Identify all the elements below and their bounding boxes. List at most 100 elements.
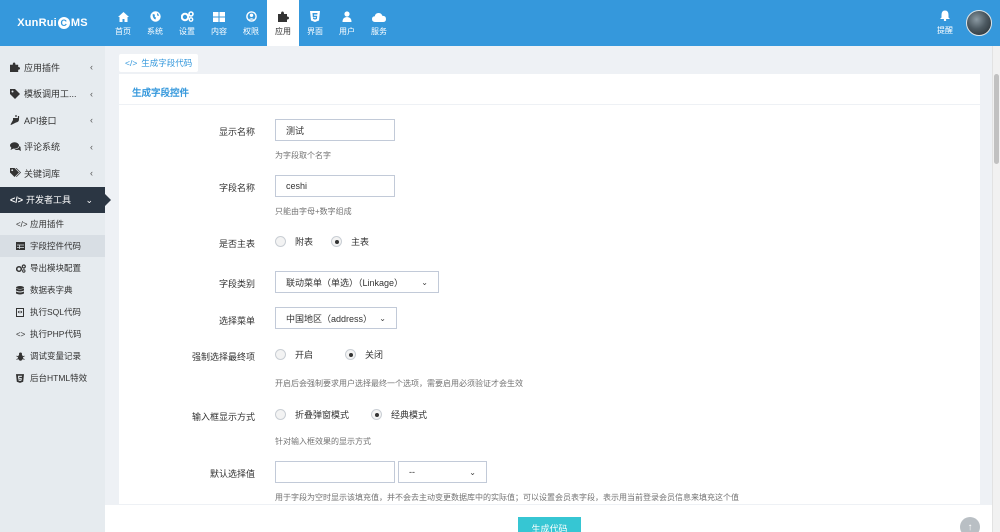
cloud-icon — [372, 10, 386, 24]
grid-icon — [213, 10, 225, 24]
default-value-input[interactable] — [275, 461, 395, 483]
sidebar-subitem-app-plugins[interactable]: </> 应用插件 — [0, 213, 105, 235]
nav-settings[interactable]: 设置 — [171, 0, 203, 46]
radio-main-table[interactable]: 主表 — [331, 235, 369, 248]
sidebar-subitem-label: 执行PHP代码 — [30, 329, 82, 339]
cogs-icon — [16, 263, 30, 273]
sidebar-item-keywords[interactable]: 关键词库 ‹ — [0, 160, 105, 187]
scroll-to-top-button[interactable]: ↑ — [960, 517, 980, 532]
sidebar-subitem-label: 字段控件代码 — [30, 241, 82, 251]
radio-dot-checked — [371, 409, 383, 420]
nav-content-label: 内容 — [211, 26, 227, 36]
sidebar: 应用插件 ‹ 模板调用工... ‹ API接口 ‹ 评论系统 ‹ 关键词库 ‹ … — [0, 46, 111, 532]
nav-users-label: 用户 — [339, 26, 355, 36]
file-code-icon — [16, 307, 30, 317]
sidebar-item-template-tools[interactable]: 模板调用工... ‹ — [0, 81, 105, 108]
comments-icon — [10, 142, 24, 152]
nav-apps[interactable]: 应用 — [267, 0, 299, 46]
main-table-radio-group: 附表 主表 — [275, 235, 387, 248]
scrollbar-thumb[interactable] — [994, 74, 999, 164]
sidebar-subitem-run-sql[interactable]: 执行SQL代码 — [0, 301, 105, 323]
radio-sub-table[interactable]: 附表 — [275, 235, 313, 248]
sidebar-subitem-run-php[interactable]: <> 执行PHP代码 — [0, 323, 105, 345]
app-logo[interactable]: XunRui C MS — [0, 0, 105, 46]
user-icon — [342, 10, 352, 24]
radio-force-off[interactable]: 关闭 — [345, 348, 383, 361]
home-icon — [117, 10, 129, 24]
sidebar-item-dev-tools[interactable]: </> 开发者工具 ⌄ — [0, 186, 111, 213]
sidebar-item-comments[interactable]: 评论系统 ‹ — [0, 134, 105, 161]
nav-settings-label: 设置 — [179, 26, 195, 36]
nav-service[interactable]: 服务 — [363, 0, 395, 46]
nav-permission[interactable]: 权限 — [235, 0, 267, 46]
force-last-radio-group: 开启 关闭 — [275, 348, 401, 361]
bell-icon — [940, 10, 950, 23]
chevron-down-icon: ⌄ — [379, 313, 386, 323]
page-scrollbar[interactable] — [992, 46, 1000, 532]
sidebar-subitem-label: 调试变量记录 — [30, 351, 82, 361]
top-navbar: XunRui C MS 首页 系统 设置 内容 权限 应用 界面 用户 服务 提… — [0, 0, 1000, 46]
nav-apps-label: 应用 — [275, 26, 291, 36]
select-menu-value: 中国地区（address） — [286, 313, 373, 324]
nav-content[interactable]: 内容 — [203, 0, 235, 46]
display-name-input[interactable]: 测试 — [275, 119, 395, 141]
main-nav: 首页 系统 设置 内容 权限 应用 界面 用户 服务 — [107, 0, 395, 46]
form-panel: 生成字段控件 显示名称 测试 为字段取个名字 字段名称 ceshi 只能由字母+… — [119, 74, 980, 504]
field-name-label: 字段名称 — [218, 183, 255, 193]
field-name-input[interactable]: ceshi — [275, 175, 395, 197]
default-value-select[interactable]: -- ⌄ — [398, 461, 487, 483]
nav-interface[interactable]: 界面 — [299, 0, 331, 46]
generate-code-button[interactable]: 生成代码 — [518, 517, 581, 532]
nav-users[interactable]: 用户 — [331, 0, 363, 46]
sidebar-item-label: 评论系统 — [24, 142, 61, 153]
logo-text-left: XunRui — [17, 17, 57, 29]
radio-force-on[interactable]: 开启 — [275, 348, 313, 361]
sidebar-item-label: API接口 — [24, 115, 57, 126]
puzzle-icon — [277, 10, 289, 24]
default-value-label: 默认选择值 — [209, 469, 255, 479]
sidebar-subitem-label: 应用插件 — [30, 219, 65, 229]
remind-button[interactable]: 提醒 — [930, 0, 960, 46]
plug-icon — [10, 115, 24, 126]
radio-dot — [275, 349, 286, 360]
breadcrumb[interactable]: </> 生成字段代码 — [119, 54, 199, 72]
form-footer: 生成代码 — [105, 504, 992, 532]
display-name-label: 显示名称 — [218, 127, 255, 137]
sidebar-item-label: 模板调用工... — [24, 89, 77, 100]
select-menu-select[interactable]: 中国地区（address） ⌄ — [275, 307, 397, 329]
sidebar-subitem-label: 后台HTML特效 — [30, 373, 88, 383]
radio-dot — [275, 409, 286, 420]
code-icon: </> — [16, 219, 28, 229]
code-icon: </> — [10, 194, 24, 205]
field-type-select[interactable]: 联动菜单（单选）（Linkage） ⌄ — [275, 271, 439, 293]
table-icon — [16, 242, 30, 250]
sidebar-subitem-debug-vars[interactable]: 调试变量记录 — [0, 345, 105, 367]
nav-home[interactable]: 首页 — [107, 0, 139, 46]
sidebar-item-label: 开发者工具 — [26, 195, 72, 206]
radio-label: 主表 — [351, 237, 370, 247]
code-icon: </> — [125, 58, 138, 68]
tags-icon — [10, 168, 24, 178]
html5-icon — [310, 10, 320, 24]
nav-interface-label: 界面 — [307, 26, 323, 36]
radio-classic-mode[interactable]: 经典模式 — [371, 408, 427, 421]
sidebar-subitem-label: 导出模块配置 — [30, 263, 82, 273]
panel-title: 生成字段控件 — [132, 88, 190, 99]
radio-dot — [275, 236, 286, 247]
user-avatar[interactable] — [966, 10, 992, 36]
sidebar-subitem-data-dictionary[interactable]: 数据表字典 — [0, 279, 105, 301]
sidebar-subitem-export-config[interactable]: 导出模块配置 — [0, 257, 105, 279]
sidebar-subitem-field-code[interactable]: 字段控件代码 — [0, 235, 105, 257]
radio-label: 经典模式 — [391, 410, 428, 420]
nav-system-label: 系统 — [147, 26, 163, 36]
sidebar-item-api[interactable]: API接口 ‹ — [0, 107, 105, 134]
breadcrumb-bar: </> 生成字段代码 — [105, 46, 992, 74]
sidebar-subitem-html-effects[interactable]: 后台HTML特效 — [0, 367, 105, 389]
radio-label: 附表 — [295, 237, 314, 247]
chevron-left-icon: ‹ — [90, 168, 93, 178]
sidebar-item-app-plugins[interactable]: 应用插件 ‹ — [0, 54, 105, 81]
nav-system[interactable]: 系统 — [139, 0, 171, 46]
breadcrumb-label: 生成字段代码 — [141, 58, 193, 68]
radio-popup-mode[interactable]: 折叠弹窗模式 — [275, 408, 349, 421]
header-right-tools: 提醒 — [930, 0, 1000, 46]
